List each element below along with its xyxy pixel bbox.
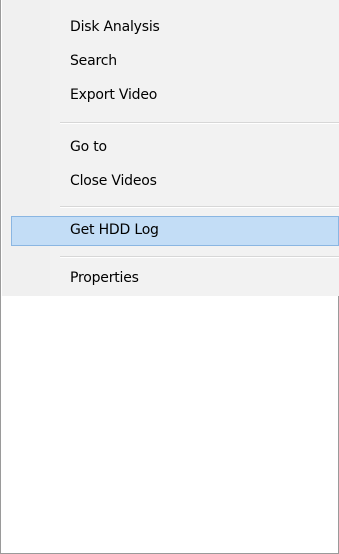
context-menu: Disk Analysis Search Export Video Go to … [2, 0, 339, 296]
menu-item-label: Go to [70, 139, 107, 155]
menu-separator [60, 206, 339, 208]
menu-separator [60, 256, 339, 258]
menu-item-label: Export Video [70, 87, 158, 103]
menu-item-label: Properties [70, 270, 139, 286]
menu-item-disk-analysis[interactable]: Disk Analysis [2, 15, 339, 41]
menu-item-get-hdd-log[interactable]: Get HDD Log [11, 216, 339, 246]
menu-item-label: Get HDD Log [70, 222, 159, 238]
menu-item-label: Close Videos [70, 173, 157, 189]
menu-item-export-video[interactable]: Export Video [2, 83, 339, 109]
menu-separator [60, 122, 339, 124]
menu-item-label: Search [70, 53, 117, 69]
menu-item-search[interactable]: Search [2, 49, 339, 75]
menu-item-close-videos[interactable]: Close Videos [2, 169, 339, 195]
context-menu-frame: Disk Analysis Search Export Video Go to … [0, 0, 339, 554]
menu-item-go-to[interactable]: Go to [2, 135, 339, 161]
menu-item-properties[interactable]: Properties [2, 266, 339, 292]
menu-item-label: Disk Analysis [70, 19, 160, 35]
